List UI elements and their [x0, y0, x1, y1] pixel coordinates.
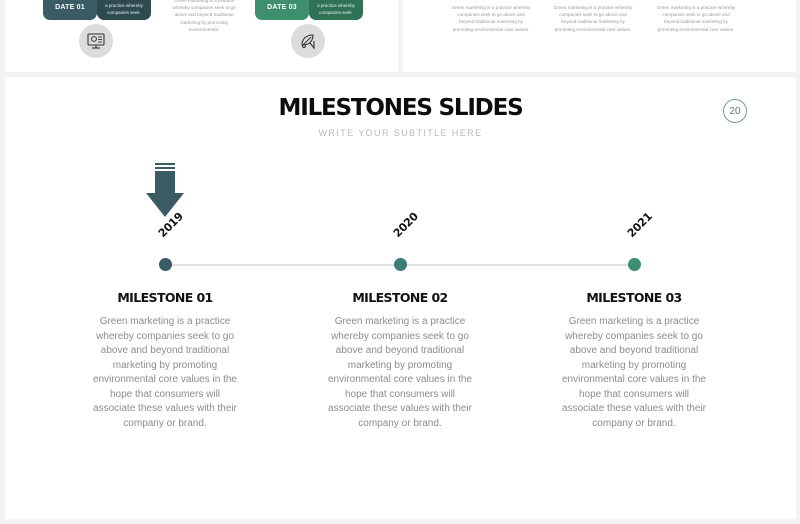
icon-circle: [291, 24, 325, 58]
milestone-title: MILESTONE 01: [117, 290, 213, 305]
page-number: 20: [729, 105, 741, 117]
monitor-location-icon: [87, 33, 105, 49]
milestone-title: MILESTONE 03: [586, 290, 682, 305]
milestone-description: Green marketing is a practice whereby co…: [562, 316, 706, 429]
milestone-description: Green marketing is a practice whereby co…: [328, 316, 472, 429]
milestone-title: MILESTONE 02: [352, 290, 448, 305]
date-badge-03: DATE 03: [255, 0, 309, 20]
timeline-dot-2019: [159, 258, 172, 271]
year-label-2020: 2020: [390, 210, 421, 240]
date-badge-01: DATE 01: [43, 0, 97, 20]
date-badge-label: DATE 03: [267, 3, 297, 11]
arrow-down-icon: [146, 163, 184, 217]
column-description: Green marketing is a practice whereby co…: [451, 5, 531, 32]
date-badge-description: a practice whereby companies seek.: [309, 0, 363, 20]
slide-title: MILESTONES SLIDES: [278, 95, 524, 121]
icon-circle: [79, 24, 113, 58]
middle-description: Green marketing is a practice whereby co…: [172, 0, 236, 32]
page-number-badge: 20: [723, 99, 747, 123]
year-label-2021: 2021: [624, 210, 655, 240]
previous-slide-left[interactable]: DATE 01 a practice whereby companies see…: [5, 0, 398, 72]
leaf-hand-icon: [301, 34, 315, 50]
date-badge-label: DATE 01: [55, 3, 85, 11]
previous-slide-right[interactable]: Green marketing is a practice whereby co…: [403, 0, 796, 72]
milestone-description: Green marketing is a practice whereby co…: [93, 316, 237, 429]
milestones-slide[interactable]: MILESTONES SLIDES WRITE YOUR SUBTITLE HE…: [5, 77, 796, 519]
column-description: Green marketing is a practice whereby co…: [656, 5, 736, 32]
date-badge-description: a practice whereby companies seek.: [97, 0, 151, 20]
slide-subtitle: WRITE YOUR SUBTITLE HERE: [318, 128, 483, 138]
timeline-dot-2021: [628, 258, 641, 271]
presentation-canvas: DATE 01 a practice whereby companies see…: [0, 0, 800, 524]
column-description: Green marketing is a practice whereby co…: [553, 5, 633, 32]
timeline-dot-2020: [394, 258, 407, 271]
